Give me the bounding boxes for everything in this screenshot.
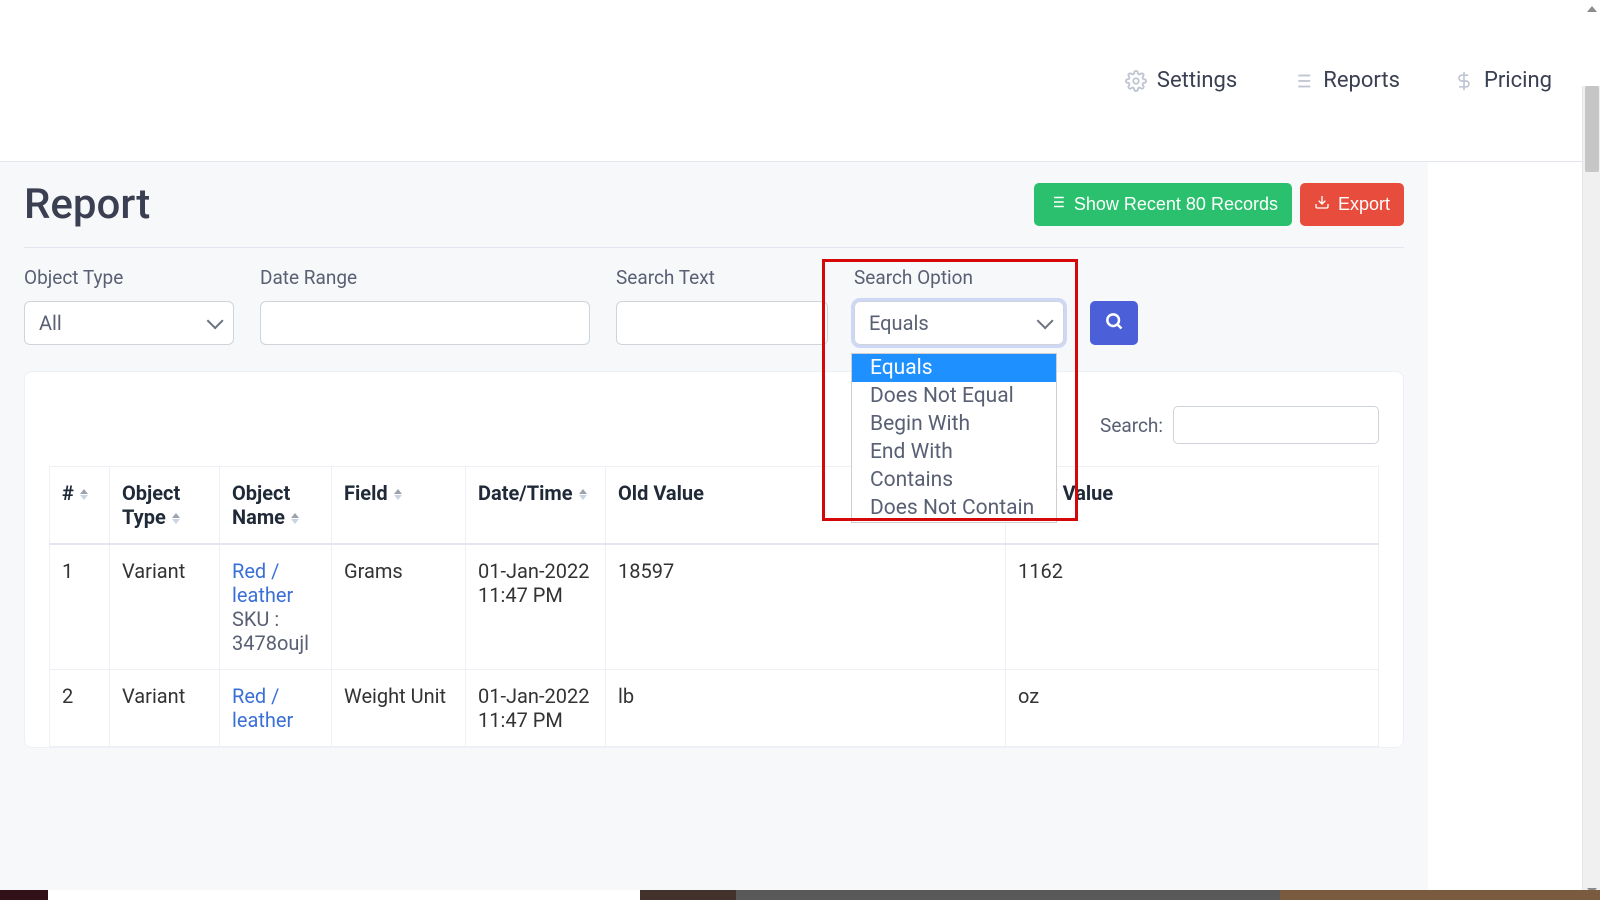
sort-icon — [80, 489, 88, 500]
object-name-link[interactable]: Red / leather — [232, 684, 293, 732]
table-search-row: Search: — [49, 406, 1379, 444]
cell-new: 1162 — [1006, 544, 1379, 670]
nav-settings[interactable]: Settings — [1125, 68, 1237, 93]
cell-type: Variant — [110, 544, 220, 670]
cell-num: 1 — [50, 544, 110, 670]
object-type-value: All — [39, 311, 62, 335]
taskbar-sliver — [0, 890, 1600, 900]
option-does-not-contain[interactable]: Does Not Contain — [852, 494, 1056, 522]
chevron-down-icon — [1037, 312, 1054, 329]
sort-icon — [579, 489, 587, 500]
list-icon — [1048, 193, 1066, 216]
filter-date-range: Date Range — [260, 266, 590, 345]
object-name-link[interactable]: Red / leather — [232, 559, 293, 607]
option-begin-with[interactable]: Begin With — [852, 410, 1056, 438]
search-option-dropdown[interactable]: Equals Does Not Equal Begin With End Wit… — [851, 353, 1057, 523]
cell-num: 2 — [50, 670, 110, 747]
table-header-row: # Object Type Object Name Field Date/Tim… — [50, 467, 1379, 545]
filter-row: Object Type All Date Range Search Text S… — [24, 266, 1404, 345]
cell-field: Weight Unit — [332, 670, 466, 747]
filter-object-type: Object Type All — [24, 266, 234, 345]
col-num[interactable]: # — [50, 467, 110, 545]
cell-name: Red / leather SKU : 3478oujl — [220, 544, 332, 670]
col-field[interactable]: Field — [332, 467, 466, 545]
export-label: Export — [1338, 194, 1390, 215]
scroll-up-icon — [1587, 6, 1597, 12]
page-title: Report — [24, 180, 150, 229]
nav-reports-label: Reports — [1323, 68, 1400, 93]
search-text-input[interactable] — [616, 301, 828, 345]
table-row: 2 Variant Red / leather Weight Unit 01-J… — [50, 670, 1379, 747]
date-range-input[interactable] — [260, 301, 590, 345]
chevron-down-icon — [207, 312, 224, 329]
report-table: # Object Type Object Name Field Date/Tim… — [49, 466, 1379, 747]
col-object-type[interactable]: Object Type — [110, 467, 220, 545]
nav-reports[interactable]: Reports — [1291, 68, 1400, 93]
cell-new: oz — [1006, 670, 1379, 747]
option-equals[interactable]: Equals — [852, 354, 1056, 382]
date-range-label: Date Range — [260, 266, 590, 289]
object-type-select[interactable]: All — [24, 301, 234, 345]
option-does-not-equal[interactable]: Does Not Equal — [852, 382, 1056, 410]
cell-datetime: 01-Jan-202211:47 PM — [466, 544, 606, 670]
nav-settings-label: Settings — [1157, 68, 1237, 93]
object-name-sub: SKU : 3478oujl — [232, 607, 309, 655]
filter-search-option: Search Option Equals — [854, 266, 1064, 345]
sort-icon — [291, 513, 299, 524]
filter-submit — [1090, 266, 1138, 345]
table-search-label: Search: — [1100, 414, 1163, 437]
cell-type: Variant — [110, 670, 220, 747]
divider — [24, 247, 1404, 248]
search-option-value: Equals — [869, 311, 929, 335]
list-icon — [1291, 70, 1313, 92]
cell-old: 18597 — [606, 544, 1006, 670]
table-row: 1 Variant Red / leather SKU : 3478oujl G… — [50, 544, 1379, 670]
search-text-label: Search Text — [616, 266, 828, 289]
col-datetime[interactable]: Date/Time — [466, 467, 606, 545]
search-option-label: Search Option — [854, 266, 1064, 289]
option-contains[interactable]: Contains — [852, 466, 1056, 494]
col-new-value[interactable]: New Value — [1006, 467, 1379, 545]
sort-icon — [172, 513, 180, 524]
page-body: Report Show Recent 80 Records Export Obj… — [0, 162, 1428, 900]
top-nav: Settings Reports Pricing — [0, 0, 1600, 162]
option-end-with[interactable]: End With — [852, 438, 1056, 466]
scrollbar-thumb[interactable] — [1585, 86, 1599, 172]
col-object-name[interactable]: Object Name — [220, 467, 332, 545]
gear-icon — [1125, 70, 1147, 92]
filter-search-text: Search Text — [616, 266, 828, 345]
cell-name: Red / leather — [220, 670, 332, 747]
show-recent-button[interactable]: Show Recent 80 Records — [1034, 183, 1292, 226]
nav-pricing-label: Pricing — [1484, 68, 1552, 93]
cell-datetime: 01-Jan-202211:47 PM — [466, 670, 606, 747]
cell-field: Grams — [332, 544, 466, 670]
cell-old: lb — [606, 670, 1006, 747]
page-header: Report Show Recent 80 Records Export — [24, 180, 1404, 229]
object-type-label: Object Type — [24, 266, 234, 289]
download-icon — [1314, 194, 1330, 215]
search-icon — [1104, 311, 1124, 336]
search-option-select[interactable]: Equals — [854, 301, 1064, 345]
header-actions: Show Recent 80 Records Export — [1034, 183, 1404, 226]
vertical-scrollbar[interactable] — [1582, 86, 1600, 900]
show-recent-label: Show Recent 80 Records — [1074, 194, 1278, 215]
dollar-icon — [1454, 71, 1474, 91]
search-button[interactable] — [1090, 301, 1138, 345]
nav-pricing[interactable]: Pricing — [1454, 68, 1552, 93]
sort-icon — [394, 489, 402, 500]
export-button[interactable]: Export — [1300, 183, 1404, 226]
report-card: Search: # Object Type Object Name Field … — [24, 371, 1404, 748]
table-search-input[interactable] — [1173, 406, 1379, 444]
